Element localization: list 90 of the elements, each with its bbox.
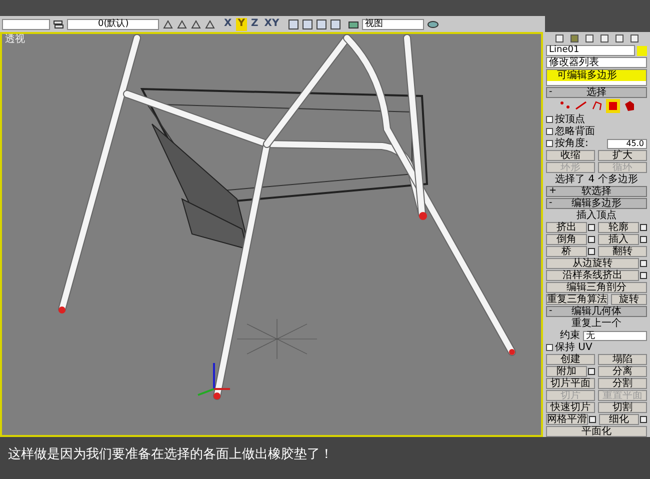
- panel-button[interactable]: 切割: [598, 402, 647, 413]
- panel-button[interactable]: 沿样条线挤出: [546, 270, 639, 281]
- settings-icon[interactable]: [589, 416, 596, 423]
- panel-button[interactable]: 重复三角算法: [546, 294, 608, 305]
- layers-icon[interactable]: [53, 18, 64, 30]
- view-dropdown[interactable]: 视图: [362, 18, 424, 30]
- object-color-swatch[interactable]: [637, 46, 647, 56]
- panel-button[interactable]: 轮廓: [598, 222, 639, 233]
- rollout-title: 软选择: [580, 186, 612, 196]
- settings-icon[interactable]: [588, 224, 595, 231]
- panel-button[interactable]: 附加: [546, 366, 587, 377]
- rollout-toggle: -: [549, 88, 559, 97]
- caption-text: 这样做是因为我们要准备在选择的各面上做出橡胶垫了！: [8, 446, 334, 464]
- panel-button[interactable]: 塌陷: [598, 354, 647, 365]
- modifier-list-dropdown[interactable]: 修改器列表: [546, 57, 647, 68]
- constraint-dropdown[interactable]: 无: [583, 330, 647, 340]
- settings-icon[interactable]: [588, 368, 595, 375]
- settings-icon[interactable]: [640, 236, 647, 243]
- panel-button[interactable]: 网格平滑: [546, 414, 588, 425]
- spinner-field[interactable]: 45.0: [607, 138, 647, 148]
- panel-label: 重复上一个: [570, 318, 622, 329]
- window-tool-icon[interactable]: [288, 18, 300, 30]
- settings-icon[interactable]: [640, 272, 647, 279]
- settings-icon[interactable]: [640, 224, 647, 231]
- window-tool-icon[interactable]: [316, 18, 328, 30]
- panel-tab-icon[interactable]: [554, 33, 564, 44]
- checkbox-label: 忽略背面: [555, 126, 595, 136]
- panel-button[interactable]: 快速切片: [546, 402, 595, 413]
- rollout-header[interactable]: - 编辑多边形: [546, 198, 647, 209]
- axis-button[interactable]: XY: [262, 18, 282, 30]
- axis-button[interactable]: Z: [248, 18, 260, 30]
- window-tool-icon[interactable]: [302, 18, 314, 30]
- rollout-toggle: -: [549, 307, 559, 316]
- checkbox[interactable]: [546, 344, 553, 351]
- stack-item[interactable]: 可编辑多边形: [547, 70, 646, 81]
- viewport-label: 透视: [5, 35, 25, 45]
- layer-tool-icon[interactable]: [176, 18, 187, 30]
- border-mode-icon[interactable]: [590, 99, 604, 113]
- checkbox-label: 按顶点: [555, 114, 585, 124]
- panel-button[interactable]: 编辑三角剖分: [546, 282, 647, 293]
- checkbox[interactable]: [546, 116, 553, 123]
- layer-tool-icon[interactable]: [162, 18, 173, 30]
- panel-button[interactable]: 扩大: [598, 150, 647, 161]
- panel-tab-icon[interactable]: [568, 33, 580, 44]
- window-tool-icon[interactable]: [330, 18, 342, 30]
- axis-button[interactable]: Y: [236, 18, 247, 30]
- panel-button[interactable]: 挤出: [546, 222, 587, 233]
- panel-label: 插入顶点: [576, 210, 618, 221]
- rollout-header[interactable]: - 编辑几何体: [546, 306, 647, 317]
- panel-tab-icon[interactable]: [598, 33, 610, 44]
- checkbox-label: 保持 UV: [555, 342, 592, 352]
- settings-icon[interactable]: [640, 260, 647, 267]
- object-name-field[interactable]: Line01: [546, 45, 635, 56]
- checkbox-label: 按角度:: [555, 138, 588, 148]
- panel-button[interactable]: 切片平面: [546, 378, 595, 389]
- axis-button[interactable]: X: [222, 18, 234, 30]
- panel-button[interactable]: 翻转: [598, 246, 647, 257]
- polygon-mode-icon[interactable]: [606, 99, 620, 113]
- layer-dropdown[interactable]: 0(默认): [67, 18, 159, 30]
- panel-button[interactable]: 旋转: [611, 294, 647, 305]
- panel-tab-icon[interactable]: [614, 33, 624, 44]
- panel-tab-icon[interactable]: [628, 33, 640, 44]
- rollout-title: 编辑几何体: [570, 306, 622, 316]
- rollout-title: 编辑多边形: [570, 198, 622, 208]
- settings-icon[interactable]: [588, 248, 595, 255]
- panel-button[interactable]: 收缩: [546, 150, 595, 161]
- checkbox[interactable]: [546, 128, 553, 135]
- checkbox[interactable]: [546, 140, 553, 147]
- panel-button[interactable]: 桥: [546, 246, 587, 257]
- rollout-header[interactable]: - 选择: [546, 87, 647, 98]
- layer-tool-icon[interactable]: [190, 18, 201, 30]
- panel-button[interactable]: 平面化: [546, 426, 647, 437]
- rollout-header[interactable]: + 软选择: [546, 186, 647, 197]
- panel-button[interactable]: 分离: [598, 366, 647, 377]
- panel-button[interactable]: 从边旋转: [546, 258, 639, 269]
- panel-tab-icon[interactable]: [584, 33, 594, 44]
- rollout-title: 选择: [586, 88, 608, 98]
- rollout-toggle: +: [549, 187, 559, 196]
- panel-button[interactable]: 创建: [546, 354, 595, 365]
- panel-button[interactable]: 倒角: [546, 234, 587, 245]
- panel-label: 选择了 4 个多边形: [554, 174, 639, 185]
- settings-icon[interactable]: [640, 416, 647, 423]
- layer-tool-icon[interactable]: [204, 18, 215, 30]
- panel-button[interactable]: 插入: [598, 234, 639, 245]
- panel-button[interactable]: 分割: [598, 378, 647, 389]
- dropdown-label: 约束: [560, 330, 580, 340]
- settings-icon[interactable]: [588, 236, 595, 243]
- rollout-toggle: -: [549, 199, 559, 208]
- layer-name: 0(默认): [98, 20, 129, 28]
- panel-button[interactable]: 细化: [599, 414, 639, 425]
